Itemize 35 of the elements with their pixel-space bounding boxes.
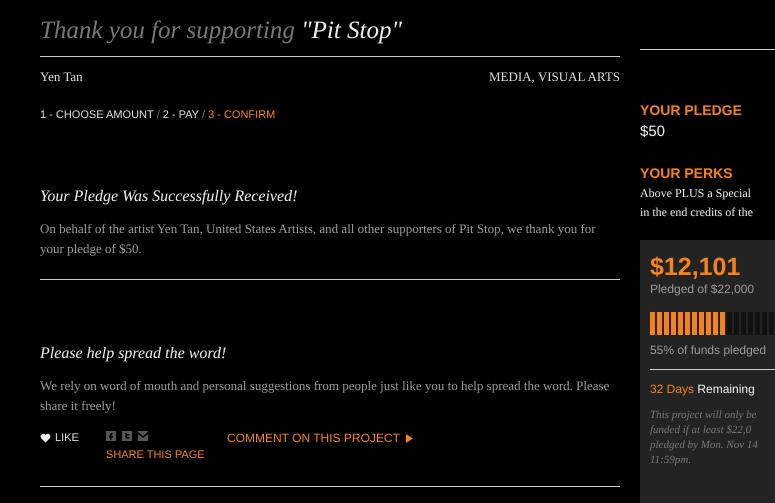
step-separator: /	[202, 108, 206, 122]
days-count: 32 Days	[650, 382, 696, 396]
step: 2 - PAY	[162, 106, 200, 123]
step: 1 - CHOOSE AMOUNT	[40, 106, 154, 123]
heart-icon	[40, 433, 51, 444]
perks-heading: YOUR PERKS	[640, 164, 734, 184]
remaining-label: Remaining	[697, 382, 755, 396]
perks-text: in the end credits of the	[640, 204, 754, 222]
funding-note: funded if at least $22,0	[650, 423, 752, 438]
category: MEDIA, VISUAL ARTS	[488, 68, 620, 86]
email-icon[interactable]	[138, 431, 148, 441]
funding-note: This project will only be	[650, 408, 758, 424]
funding-note: 11:59pm.	[650, 453, 692, 468]
like-link[interactable]: LIKE	[40, 430, 106, 446]
share-text: We rely on word of mouth and personal suggestions from people just like you to help spread the word. Please share it freely!	[40, 377, 610, 415]
percent-text: 55% of funds pledged	[650, 342, 768, 360]
funded-amount: $12,101	[650, 254, 742, 280]
step-separator: /	[156, 108, 160, 122]
facebook-icon[interactable]	[106, 431, 116, 441]
step: 3 - CONFIRM	[208, 106, 276, 123]
confirmation-text: On behalf of the artist Yen Tan, United States Artists, and all other supporters of Pit Stop, we thank you for your pledge of $50.	[40, 219, 620, 280]
share-page-link[interactable]: SHARE THIS PAGE	[106, 447, 227, 464]
project-title: "Pit Stop"	[301, 17, 402, 44]
artist-name: Yen Tan	[40, 68, 83, 86]
funding-note: pledged by Mon. Nov 14	[650, 438, 759, 454]
goal-text: Pledged of $22,000	[650, 281, 756, 298]
share-heading: Please help spread the word!	[40, 344, 228, 364]
confirmation-heading: Your Pledge Was Successfully Received!	[40, 187, 298, 207]
twitter-icon[interactable]	[122, 431, 132, 441]
perks-text: Above PLUS a Special	[640, 185, 752, 202]
play-icon	[406, 434, 413, 442]
page-title: Thank you for supporting	[40, 17, 296, 44]
pledge-amount: $50	[640, 122, 666, 142]
comment-link[interactable]: COMMENT ON THIS PROJECT	[227, 429, 413, 447]
pledge-heading: YOUR PLEDGE	[640, 100, 743, 120]
